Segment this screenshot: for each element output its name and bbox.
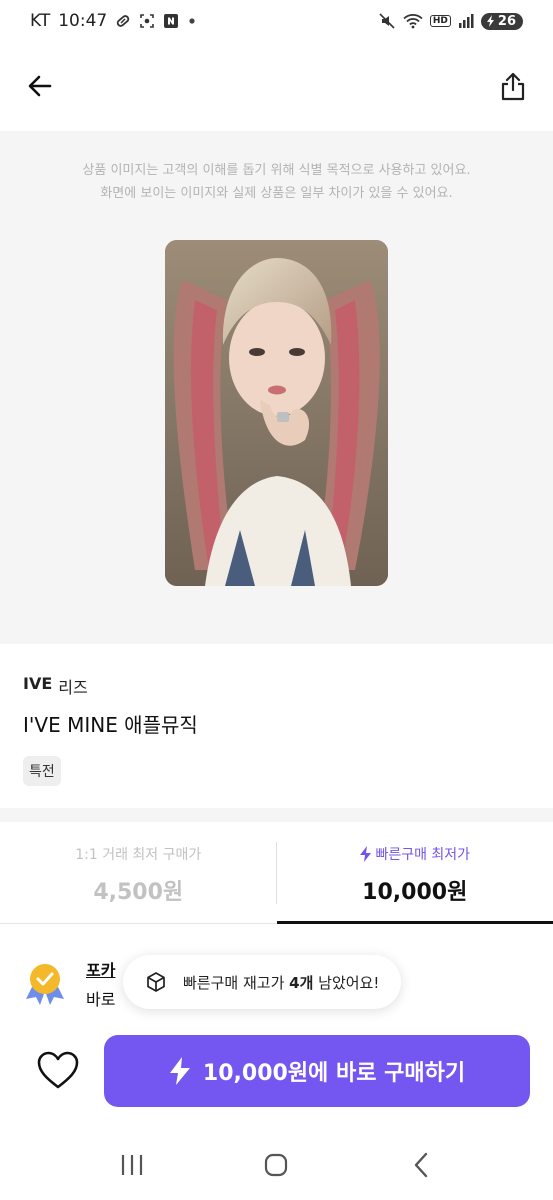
clock: 10:47	[58, 11, 108, 31]
app-header	[0, 42, 553, 130]
lightning-icon	[360, 846, 372, 862]
system-nav-bar	[0, 1130, 553, 1200]
photocard-illustration	[165, 240, 388, 586]
battery-level: 26	[497, 13, 516, 29]
tab-label: 1:1 거래 최저 구매가	[75, 847, 202, 863]
tab-price: 4,500원	[93, 880, 184, 905]
section-divider	[0, 808, 553, 822]
wishlist-button[interactable]	[32, 1044, 84, 1096]
stock-toast: 빠른구매 재고가 4개 남았어요!	[123, 955, 402, 1009]
verified-badge-icon	[26, 964, 64, 1005]
tab-label: 빠른구매 최저가	[375, 847, 471, 863]
dot-icon	[187, 16, 197, 26]
recent-apps-icon	[122, 1155, 143, 1175]
system-back-button[interactable]	[396, 1140, 446, 1190]
arrow-left-icon	[28, 75, 52, 97]
hd-voice-badge: HD	[429, 15, 451, 27]
quick-buy-label: 10,000원에 바로 구매하기	[202, 1061, 466, 1086]
pill-icon	[115, 13, 131, 29]
carrier-label: KT	[30, 11, 51, 31]
seller-subtitle: 바로	[86, 989, 116, 1009]
product-info: IVE 리즈 I'VE MINE 애플뮤직 특전	[0, 644, 553, 808]
brand-line: IVE 리즈	[23, 674, 530, 698]
home-icon	[265, 1153, 288, 1177]
image-notice: 상품 이미지는 고객의 이해를 돕기 위해 식별 목적으로 사용하고 있어요. …	[0, 159, 553, 205]
member-name[interactable]: 리즈	[58, 674, 87, 698]
heart-icon	[37, 1051, 79, 1089]
recent-apps-button[interactable]	[107, 1140, 157, 1190]
share-icon	[501, 72, 525, 101]
quick-buy-button[interactable]: 10,000원에 바로 구매하기	[104, 1035, 530, 1107]
product-image-area: 상품 이미지는 고객의 이해를 돕기 위해 식별 목적으로 사용하고 있어요. …	[0, 131, 553, 644]
product-tag: 특전	[23, 756, 61, 786]
toast-text: 빠른구매 재고가 4개 남았어요!	[183, 972, 379, 993]
photocard-image[interactable]	[165, 240, 388, 586]
status-bar: KT 10:47 HD 26	[0, 0, 553, 42]
chevron-left-icon	[414, 1152, 428, 1178]
tab-label-wrap: 빠른구매 최저가	[359, 844, 470, 864]
toast-text-before: 빠른구매 재고가	[183, 973, 290, 992]
image-notice-line1: 상품 이미지는 고객의 이해를 돕기 위해 식별 목적으로 사용하고 있어요.	[82, 163, 471, 178]
box-icon	[147, 972, 165, 992]
tab-quick-buy-price[interactable]: 빠른구매 최저가 10,000원	[276, 822, 553, 924]
brand-name[interactable]: IVE	[23, 674, 52, 698]
product-name: I'VE MINE 애플뮤직	[23, 713, 198, 737]
seller-title[interactable]: 포카	[86, 957, 115, 981]
charging-icon	[486, 15, 494, 27]
tab-direct-trade-price[interactable]: 1:1 거래 최저 구매가 4,500원	[0, 822, 277, 923]
lightning-icon	[169, 1057, 190, 1085]
toast-count: 4개	[289, 973, 314, 992]
back-button[interactable]	[22, 68, 58, 104]
battery-indicator: 26	[480, 12, 523, 30]
screenshot-icon	[139, 13, 155, 29]
share-button[interactable]	[495, 68, 531, 104]
image-notice-line2: 화면에 보이는 이미지와 실제 상품은 일부 차이가 있을 수 있어요.	[100, 186, 453, 201]
wifi-icon	[403, 13, 423, 29]
tab-price: 10,000원	[362, 880, 468, 905]
seller-text: 포카 바로	[86, 957, 115, 1010]
naver-icon	[163, 13, 179, 29]
mute-icon	[378, 12, 396, 30]
signal-icon	[458, 13, 474, 29]
toast-text-after: 남았어요!	[313, 973, 380, 992]
price-tabs: 1:1 거래 최저 구매가 4,500원 빠른구매 최저가 10,000원	[0, 822, 553, 924]
home-button[interactable]	[251, 1140, 301, 1190]
